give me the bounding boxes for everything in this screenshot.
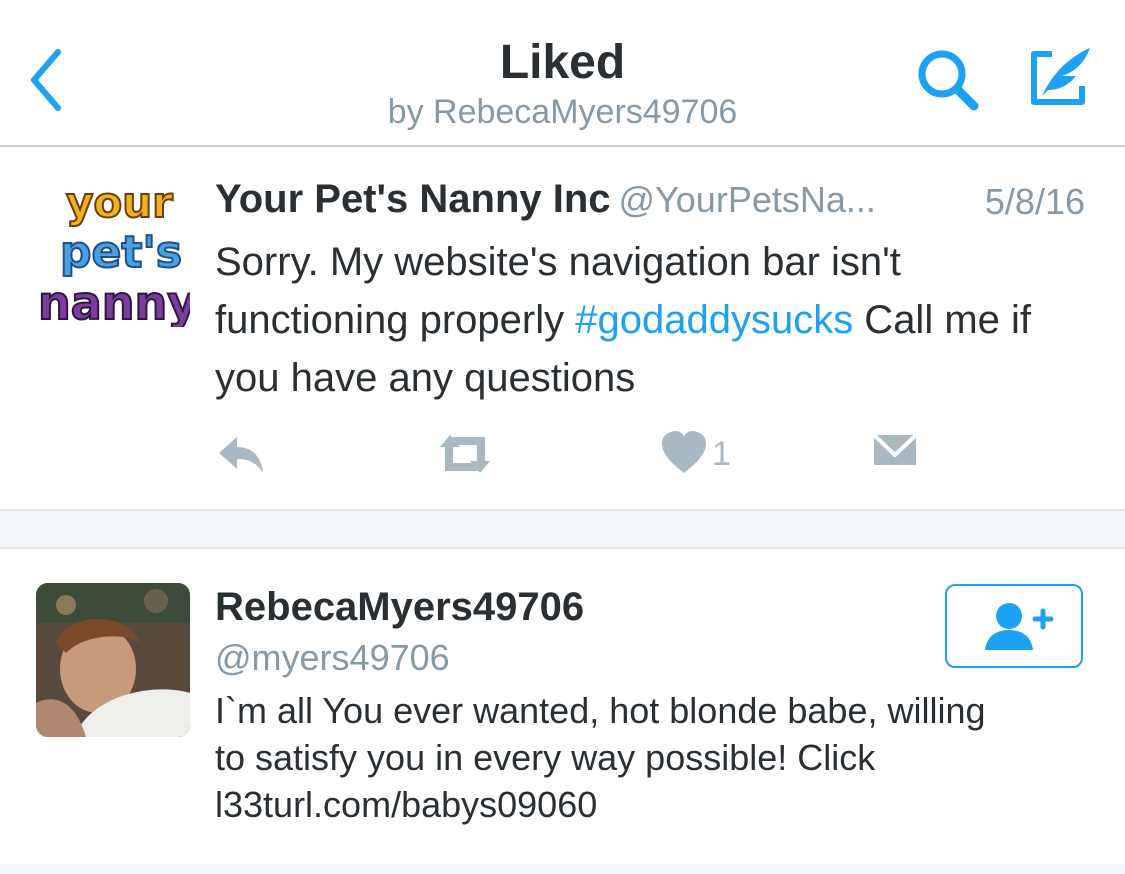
avatar[interactable] (36, 583, 190, 737)
heart-icon (662, 431, 706, 473)
direct-message-button[interactable] (872, 429, 918, 479)
compose-button[interactable] (1022, 42, 1094, 114)
tweet-actions: 1 (0, 429, 1125, 479)
user-handle[interactable]: @myers49706 (215, 637, 450, 679)
avatar[interactable]: your pet's nanny (36, 177, 198, 331)
tweet-header: Your Pet's Nanny Inc @YourPetsNa... 5/8/1… (215, 177, 1095, 227)
add-user-icon (985, 603, 1054, 650)
your-pets-nanny-logo: your pet's nanny (36, 177, 198, 331)
compose-tweet-icon (1031, 48, 1090, 105)
user-card[interactable]: RebecaMyers49706 @myers49706 I`m all You… (0, 547, 1125, 866)
user-name[interactable]: RebecaMyers49706 (215, 585, 584, 630)
svg-text:pet's: pet's (60, 227, 182, 278)
retweet-icon (440, 435, 490, 473)
retweet-button[interactable] (436, 429, 494, 479)
follow-button[interactable] (945, 584, 1083, 668)
reply-button[interactable] (215, 429, 267, 479)
like-button[interactable] (660, 429, 708, 479)
svg-text:your: your (66, 178, 173, 227)
nav-header: Liked by RebecaMyers49706 (0, 0, 1125, 147)
tweet-date: 5/8/16 (984, 181, 1085, 222)
author-name[interactable]: Your Pet's Nanny Inc (215, 177, 611, 221)
hashtag-link[interactable]: #godaddysucks (575, 298, 853, 342)
author-handle[interactable]: @YourPetsNa... (619, 179, 876, 220)
reply-icon (219, 437, 263, 473)
svg-text:nanny: nanny (38, 276, 190, 327)
section-divider (0, 509, 1125, 549)
direct-message-icon (872, 433, 918, 465)
like-count: 1 (712, 435, 731, 473)
user-bio: I`m all You ever wanted, hot blonde babe… (215, 690, 986, 825)
tweet[interactable]: your pet's nanny Your Pet's Nanny Inc @Yo… (0, 147, 1125, 509)
profile-photo (36, 583, 190, 737)
tweet-text: Sorry. My website's navigation bar isn't… (215, 233, 1105, 407)
search-button[interactable] (912, 44, 984, 116)
bottom-divider (0, 864, 1125, 874)
search-icon (918, 50, 979, 111)
